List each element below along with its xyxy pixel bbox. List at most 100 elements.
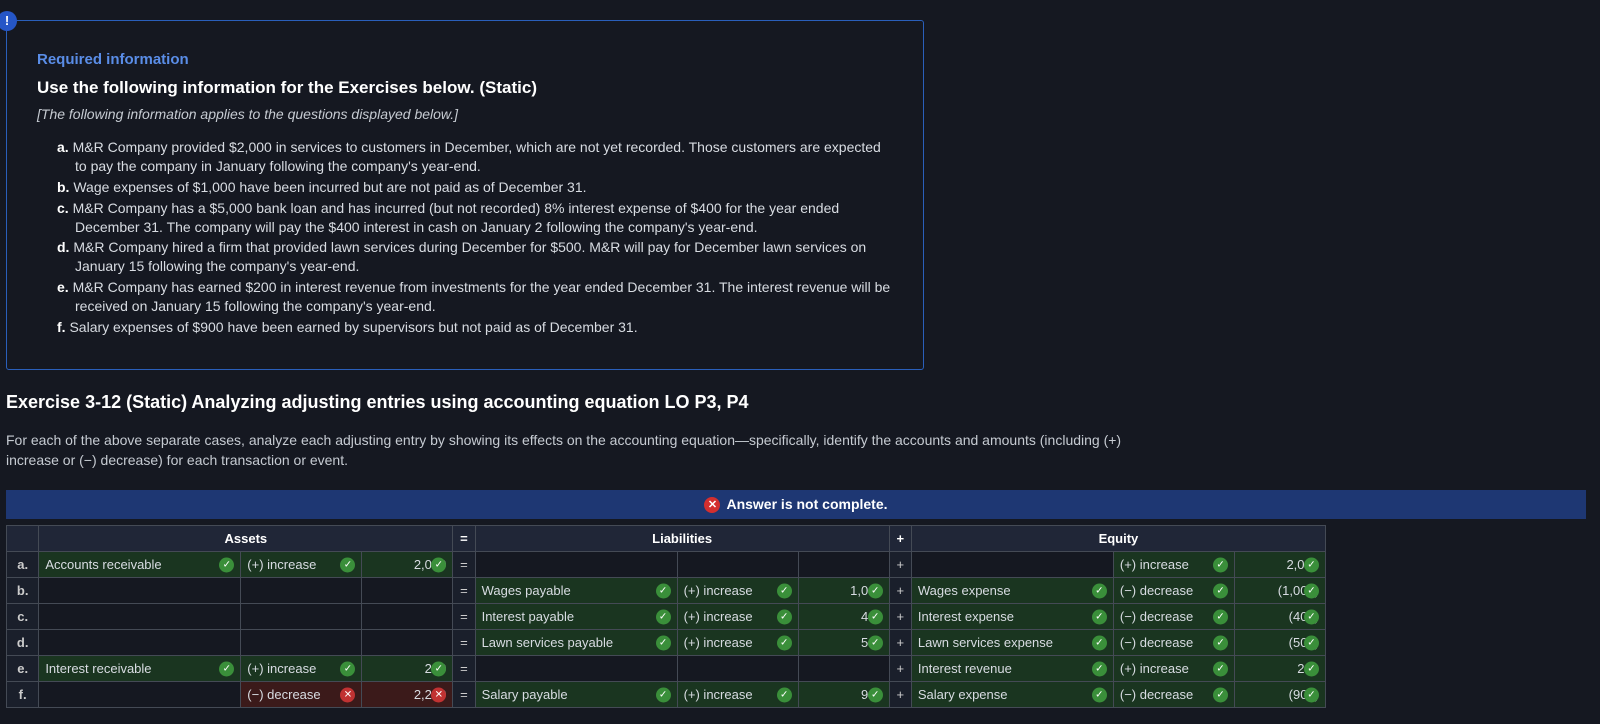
check-icon: ✓ bbox=[1304, 557, 1319, 572]
x-icon: ✕ bbox=[704, 497, 720, 513]
check-icon: ✓ bbox=[1092, 609, 1107, 624]
liability-direction-input[interactable]: (+) increase✓ bbox=[677, 682, 798, 708]
liability-amount-input[interactable]: 500✓ bbox=[798, 630, 889, 656]
liability-direction-input[interactable]: (+) increase✓ bbox=[677, 630, 798, 656]
equity-account-input[interactable]: Interest revenue✓ bbox=[911, 656, 1113, 682]
liability-direction-input[interactable]: (+) increase✓ bbox=[677, 578, 798, 604]
accounting-equation-table: Assets = Liabilities + Equity a.Accounts… bbox=[6, 525, 1326, 708]
equals-op: = bbox=[453, 656, 475, 682]
liability-account-input[interactable]: Lawn services payable✓ bbox=[475, 630, 677, 656]
check-icon: ✓ bbox=[777, 687, 792, 702]
liability-amount-input[interactable]: 400✓ bbox=[798, 604, 889, 630]
asset-account-input[interactable]: Accounts receivable✓ bbox=[39, 552, 241, 578]
plus-op: + bbox=[889, 630, 911, 656]
check-icon: ✓ bbox=[868, 609, 883, 624]
asset-account-input[interactable]: Interest receivable✓ bbox=[39, 656, 241, 682]
equity-direction-input[interactable]: (−) decrease✓ bbox=[1113, 630, 1234, 656]
asset-account-input-empty[interactable] bbox=[39, 630, 241, 656]
check-icon: ✓ bbox=[656, 687, 671, 702]
equity-account-input[interactable]: Salary expense✓ bbox=[911, 682, 1113, 708]
table-row: c.=Interest payable✓(+) increase✓400✓+In… bbox=[7, 604, 1326, 630]
asset-account-input-empty[interactable] bbox=[39, 682, 241, 708]
check-icon: ✓ bbox=[1213, 635, 1228, 650]
check-icon: ✓ bbox=[1213, 687, 1228, 702]
equity-amount-input[interactable]: (1,000)✓ bbox=[1235, 578, 1326, 604]
check-icon: ✓ bbox=[431, 557, 446, 572]
hdr-plus: + bbox=[889, 526, 911, 552]
check-icon: ✓ bbox=[868, 635, 883, 650]
check-icon: ✓ bbox=[1304, 583, 1319, 598]
equity-direction-input[interactable]: (−) decrease✓ bbox=[1113, 578, 1234, 604]
equity-amount-input[interactable]: 2,000✓ bbox=[1235, 552, 1326, 578]
hdr-eq: = bbox=[453, 526, 475, 552]
asset-direction-input-empty[interactable] bbox=[241, 578, 362, 604]
equals-op: = bbox=[453, 682, 475, 708]
asset-amount-input-empty[interactable] bbox=[362, 604, 453, 630]
asset-account-input-empty[interactable] bbox=[39, 578, 241, 604]
check-icon: ✓ bbox=[1092, 635, 1107, 650]
info-list-item: d. M&R Company hired a firm that provide… bbox=[57, 238, 893, 276]
equity-account-input-empty[interactable] bbox=[911, 552, 1113, 578]
asset-amount-input[interactable]: 200✓ bbox=[362, 656, 453, 682]
equity-amount-input[interactable]: (900)✓ bbox=[1235, 682, 1326, 708]
row-key: d. bbox=[7, 630, 39, 656]
liability-amount-input-empty[interactable] bbox=[798, 552, 889, 578]
check-icon: ✓ bbox=[656, 583, 671, 598]
info-list-item: a. M&R Company provided $2,000 in servic… bbox=[57, 138, 893, 176]
asset-amount-input[interactable]: 2,200✕ bbox=[362, 682, 453, 708]
check-icon: ✓ bbox=[1092, 687, 1107, 702]
check-icon: ✓ bbox=[868, 687, 883, 702]
asset-direction-input[interactable]: (+) increase✓ bbox=[241, 552, 362, 578]
liability-direction-input-empty[interactable] bbox=[677, 656, 798, 682]
liability-account-input[interactable]: Interest payable✓ bbox=[475, 604, 677, 630]
equity-amount-input[interactable]: (400)✓ bbox=[1235, 604, 1326, 630]
liability-account-input-empty[interactable] bbox=[475, 656, 677, 682]
equity-direction-input[interactable]: (+) increase✓ bbox=[1113, 656, 1234, 682]
check-icon: ✓ bbox=[656, 635, 671, 650]
row-key: a. bbox=[7, 552, 39, 578]
liability-account-input-empty[interactable] bbox=[475, 552, 677, 578]
asset-direction-input-empty[interactable] bbox=[241, 630, 362, 656]
liability-account-input[interactable]: Salary payable✓ bbox=[475, 682, 677, 708]
equity-amount-input[interactable]: 200✓ bbox=[1235, 656, 1326, 682]
liability-amount-input-empty[interactable] bbox=[798, 656, 889, 682]
info-list-item: e. M&R Company has earned $200 in intere… bbox=[57, 278, 893, 316]
plus-op: + bbox=[889, 656, 911, 682]
asset-direction-input[interactable]: (+) increase✓ bbox=[241, 656, 362, 682]
liability-account-input[interactable]: Wages payable✓ bbox=[475, 578, 677, 604]
liability-amount-input[interactable]: 900✓ bbox=[798, 682, 889, 708]
check-icon: ✓ bbox=[340, 557, 355, 572]
table-row: a.Accounts receivable✓(+) increase✓2,000… bbox=[7, 552, 1326, 578]
info-title: Use the following information for the Ex… bbox=[37, 78, 893, 98]
asset-amount-input-empty[interactable] bbox=[362, 578, 453, 604]
equity-direction-input[interactable]: (−) decrease✓ bbox=[1113, 604, 1234, 630]
check-icon: ✓ bbox=[1092, 661, 1107, 676]
asset-direction-input[interactable]: (−) decrease✕ bbox=[241, 682, 362, 708]
liability-direction-input[interactable]: (+) increase✓ bbox=[677, 604, 798, 630]
plus-op: + bbox=[889, 682, 911, 708]
row-key: f. bbox=[7, 682, 39, 708]
required-info-label: Required information bbox=[37, 51, 893, 68]
equity-account-input[interactable]: Wages expense✓ bbox=[911, 578, 1113, 604]
hdr-equity: Equity bbox=[911, 526, 1325, 552]
check-icon: ✓ bbox=[1304, 661, 1319, 676]
asset-direction-input-empty[interactable] bbox=[241, 604, 362, 630]
liability-amount-input[interactable]: 1,000✓ bbox=[798, 578, 889, 604]
asset-account-input-empty[interactable] bbox=[39, 604, 241, 630]
required-info-box: ! Required information Use the following… bbox=[6, 20, 924, 370]
equity-account-input[interactable]: Interest expense✓ bbox=[911, 604, 1113, 630]
asset-amount-input-empty[interactable] bbox=[362, 630, 453, 656]
equity-direction-input[interactable]: (−) decrease✓ bbox=[1113, 682, 1234, 708]
liability-direction-input-empty[interactable] bbox=[677, 552, 798, 578]
asset-amount-input[interactable]: 2,000✓ bbox=[362, 552, 453, 578]
info-list: a. M&R Company provided $2,000 in servic… bbox=[37, 138, 893, 337]
check-icon: ✓ bbox=[1213, 609, 1228, 624]
equity-amount-input[interactable]: (500)✓ bbox=[1235, 630, 1326, 656]
row-key: b. bbox=[7, 578, 39, 604]
check-icon: ✓ bbox=[777, 635, 792, 650]
answer-status-banner: ✕Answer is not complete. bbox=[6, 490, 1586, 519]
check-icon: ✓ bbox=[340, 661, 355, 676]
equity-direction-input[interactable]: (+) increase✓ bbox=[1113, 552, 1234, 578]
x-icon: ✕ bbox=[431, 687, 446, 702]
equity-account-input[interactable]: Lawn services expense✓ bbox=[911, 630, 1113, 656]
